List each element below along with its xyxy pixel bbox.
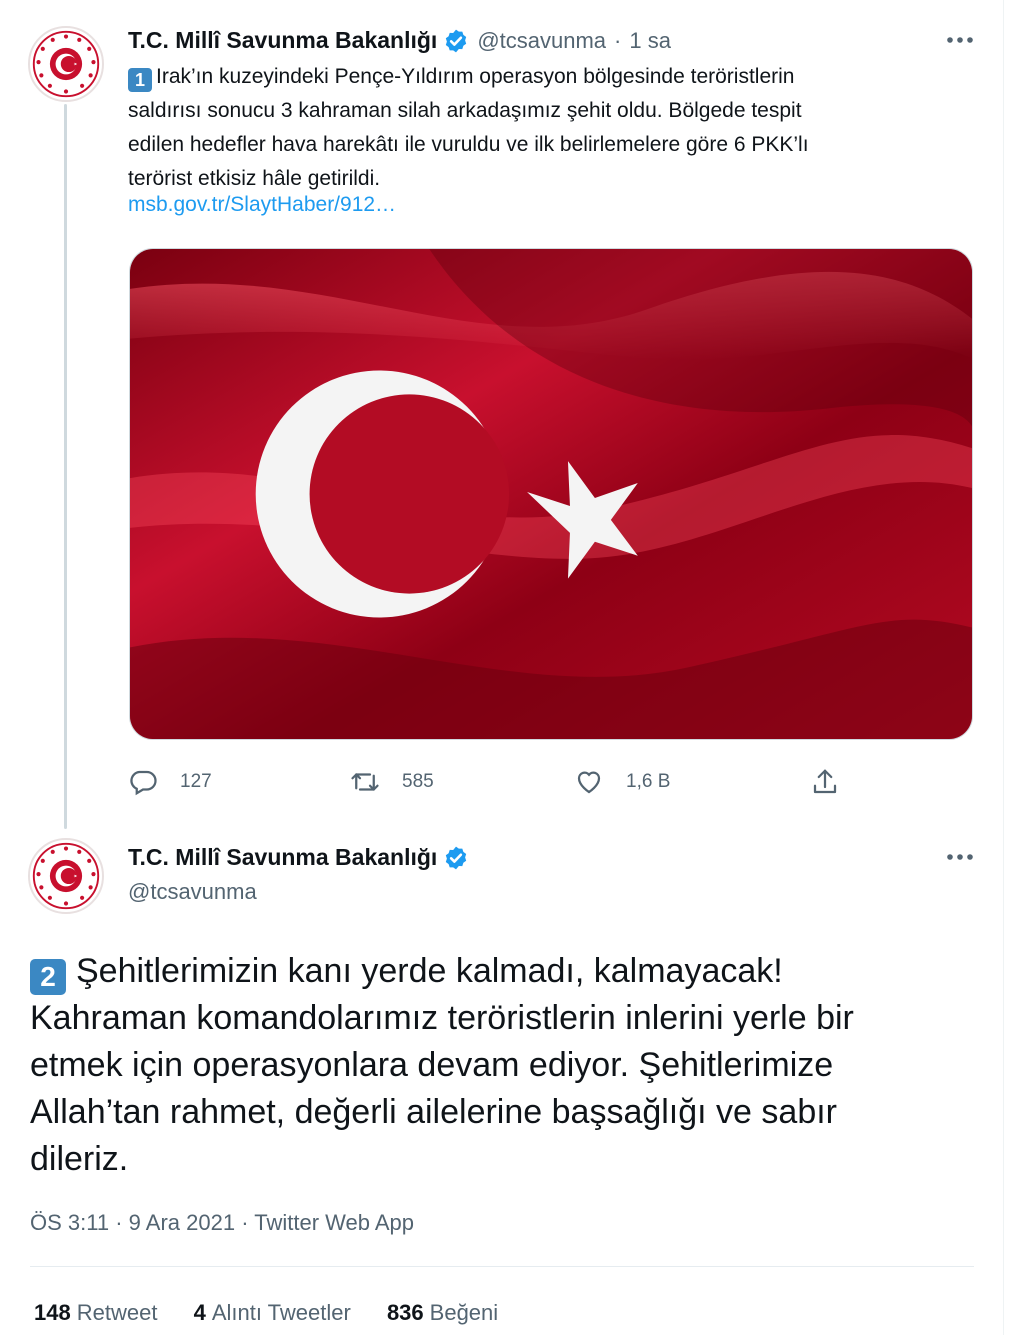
avatar[interactable]: [28, 26, 104, 102]
quotes-stat[interactable]: 4 Alıntı Tweetler: [194, 1300, 351, 1325]
tweet-source[interactable]: Twitter Web App: [254, 1210, 414, 1235]
tweet-text-line: edilen hedefler hava harekâtı ile vuruld…: [128, 133, 809, 156]
tweet-text: 2 Şehitlerimizin kanı yerde kalmadı, kalm…: [30, 948, 980, 1183]
tweet-text-line: saldırısı sonucu 3 kahraman silah arkada…: [128, 99, 802, 122]
retweet-count: 585: [402, 771, 434, 792]
tweet-stats: 148 Retweet 4 Alıntı Tweetler 836 Beğeni: [34, 1300, 528, 1326]
more-icon: [947, 854, 973, 860]
share-icon: [813, 769, 837, 794]
number-badge: 2: [30, 959, 66, 995]
tweet-date[interactable]: 9 Ara 2021: [129, 1210, 235, 1235]
more-button[interactable]: [940, 28, 980, 52]
tweet-text-line-content: Irak’ın kuzeyindeki Pençe-Yıldırım opera…: [156, 65, 795, 88]
share-button[interactable]: [810, 762, 840, 802]
msb-logo-icon: [32, 30, 100, 98]
retweets-stat[interactable]: 148 Retweet: [34, 1300, 157, 1325]
display-name[interactable]: T.C. Millî Savunma Bakanlığı: [128, 844, 437, 871]
retweet-button[interactable]: 585: [350, 762, 434, 802]
tweet-text-line: etmek için operasyonlara devam ediyor. Ş…: [30, 1046, 834, 1084]
thread-line: [64, 104, 67, 829]
tweet-text-line: dileriz.: [30, 1140, 129, 1178]
tweet-text: 1 Irak’ın kuzeyindeki Pençe-Yıldırım oper…: [128, 60, 968, 196]
tweet-text-line: terörist etkisiz hâle getirildi.: [128, 167, 381, 190]
more-icon: [947, 37, 973, 43]
handle[interactable]: @tcsavunma: [128, 879, 257, 905]
turkish-flag-image: [130, 249, 972, 739]
reply-button[interactable]: 127: [128, 762, 212, 802]
tweet2-header: T.C. Millî Savunma Bakanlığı: [128, 844, 469, 871]
quotes-label: Alıntı Tweetler: [211, 1300, 351, 1325]
meta-separator: ·: [235, 1210, 255, 1235]
likes-stat[interactable]: 836 Beğeni: [387, 1300, 498, 1325]
verified-badge-icon: [446, 846, 467, 869]
tweet1-header: T.C. Millî Savunma Bakanlığı @tcsavunma …: [128, 27, 671, 54]
separator: ·: [614, 27, 622, 53]
handle[interactable]: @tcsavunma: [477, 28, 606, 54]
quotes-count: 4: [193, 1300, 206, 1325]
verified-badge-icon: [446, 29, 467, 52]
divider: [30, 1266, 974, 1267]
more-button[interactable]: [940, 845, 980, 869]
tweet-text-line: Allah’tan rahmet, değerli ailelerine baş…: [30, 1093, 838, 1131]
tweet-text-line: 1 Irak’ın kuzeyindeki Pençe-Yıldırım oper…: [128, 60, 968, 94]
timestamp[interactable]: 1 sa: [629, 28, 671, 54]
tweet-actions: 127 585 1,6 B: [128, 762, 848, 802]
tweet-text-line-content: Şehitlerimizin kanı yerde kalmadı, kalma…: [76, 952, 783, 990]
like-button[interactable]: 1,6 B: [574, 762, 670, 802]
likes-label: Beğeni: [429, 1300, 499, 1325]
tweet-time[interactable]: ÖS 3:11: [30, 1210, 109, 1235]
meta-separator: ·: [109, 1210, 129, 1235]
avatar[interactable]: [28, 838, 104, 914]
display-name[interactable]: T.C. Millî Savunma Bakanlığı: [128, 27, 437, 54]
likes-count: 836: [386, 1300, 424, 1325]
like-icon: [577, 771, 601, 794]
retweets-label: Retweet: [76, 1300, 158, 1325]
tweet-text-line: Kahraman komandolarımız teröristlerin in…: [30, 999, 854, 1037]
page-border: [1003, 0, 1004, 1335]
tweet-link[interactable]: msb.gov.tr/SlaytHaber/912…: [128, 193, 396, 217]
number-badge: 1: [128, 68, 152, 92]
retweets-count: 148: [34, 1300, 71, 1325]
msb-logo-icon: [32, 842, 100, 910]
retweet-icon: [351, 773, 379, 791]
tweet-meta: ÖS 3:11 · 9 Ara 2021 · Twitter Web App: [30, 1210, 414, 1236]
like-count: 1,6 B: [626, 771, 671, 792]
tweet-text-line: 2 Şehitlerimizin kanı yerde kalmadı, kalm…: [30, 948, 980, 995]
tweet-media-image[interactable]: [129, 248, 973, 740]
reply-count: 127: [180, 771, 212, 792]
reply-icon: [130, 770, 157, 796]
